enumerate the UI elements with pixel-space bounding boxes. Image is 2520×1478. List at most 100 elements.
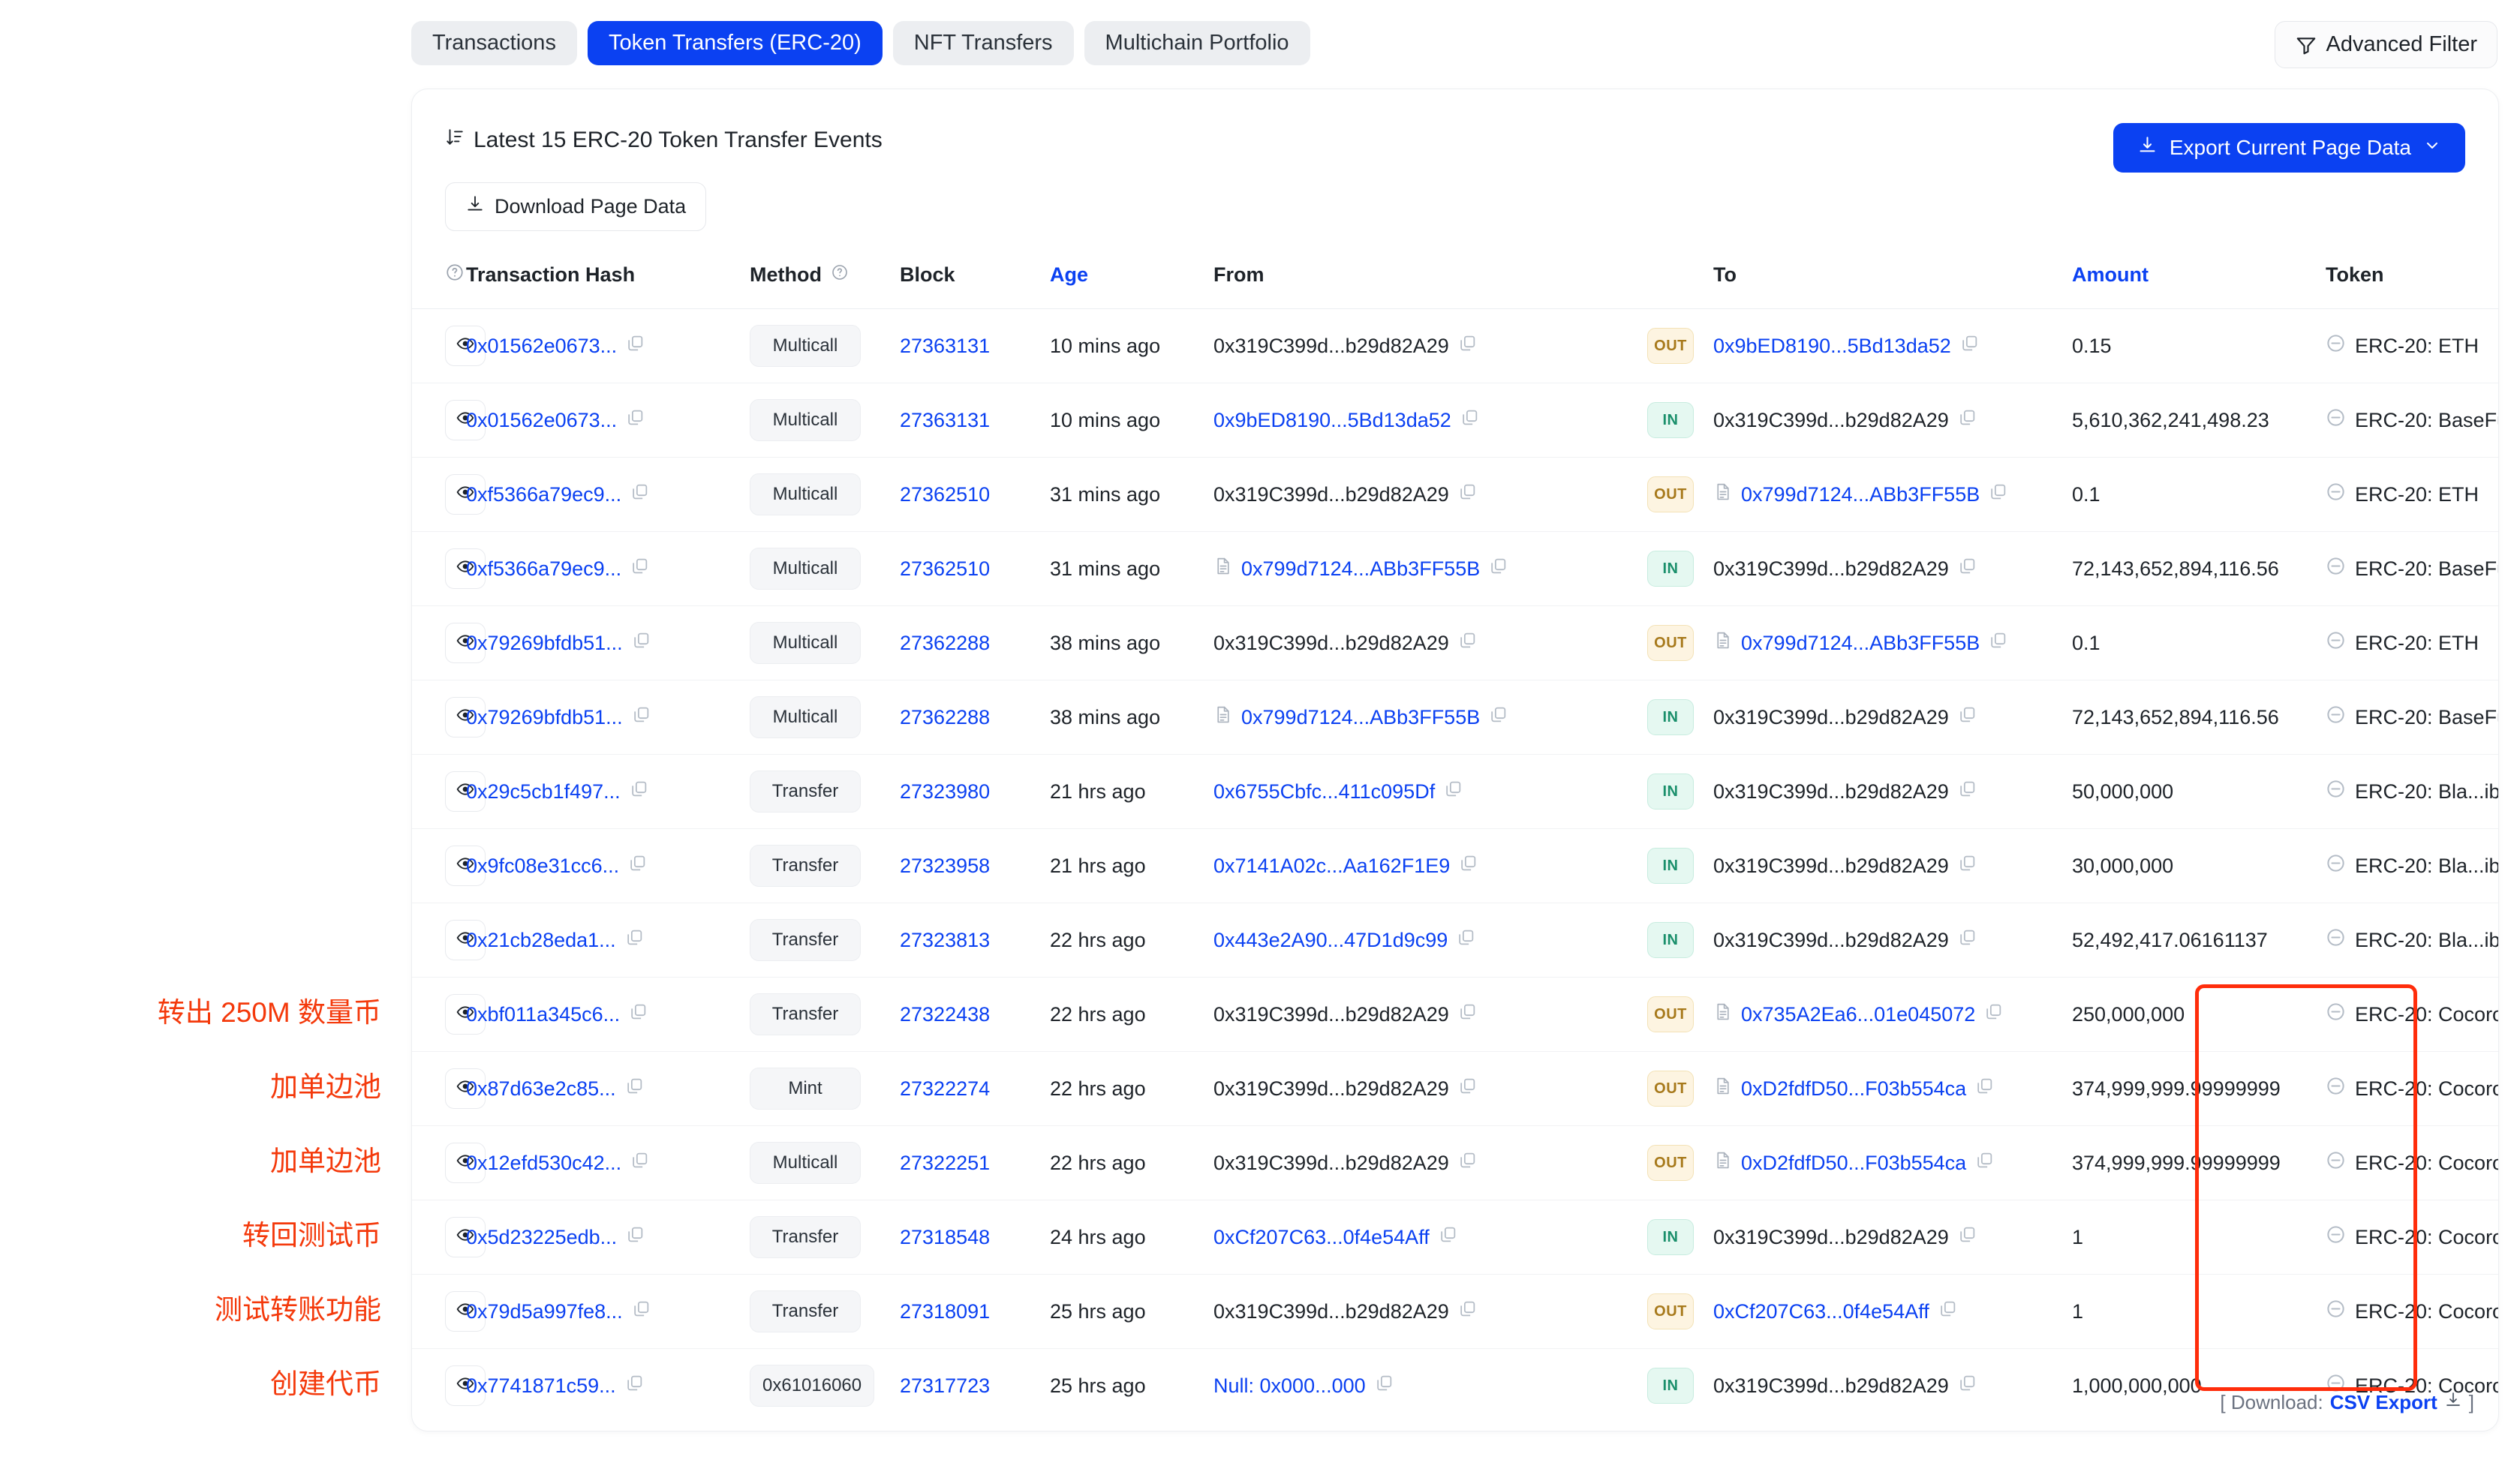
block-link[interactable]: 27362288	[900, 706, 990, 728]
copy-icon[interactable]	[1975, 1077, 1994, 1101]
copy-icon[interactable]	[1938, 1299, 1957, 1323]
copy-icon[interactable]	[625, 1077, 644, 1101]
from-address[interactable]: 0x443e2A90...47D1d9c99	[1213, 929, 1448, 952]
token-name[interactable]: ERC-20: Bla...iba	[2355, 929, 2499, 952]
tab-multichain-portfolio[interactable]: Multichain Portfolio	[1084, 21, 1310, 65]
to-address[interactable]: 0x735A2Ea6...01e045072	[1741, 1003, 1975, 1026]
method-chip[interactable]: 0x61016060	[750, 1365, 874, 1407]
copy-icon[interactable]	[625, 1374, 644, 1398]
transaction-hash-link[interactable]: 0x7741871c59...	[466, 1374, 616, 1398]
export-current-page-data-button[interactable]: Export Current Page Data	[2113, 123, 2465, 173]
copy-icon[interactable]	[1459, 854, 1478, 878]
copy-icon[interactable]	[1958, 705, 1977, 729]
method-chip[interactable]: Multicall	[750, 622, 861, 664]
copy-icon[interactable]	[1958, 408, 1977, 432]
download-page-data-button[interactable]: Download Page Data	[445, 182, 706, 231]
transaction-hash-link[interactable]: 0x01562e0673...	[466, 335, 617, 358]
copy-icon[interactable]	[1958, 928, 1977, 952]
copy-icon[interactable]	[626, 334, 645, 358]
copy-icon[interactable]	[1457, 928, 1475, 952]
copy-icon[interactable]	[1958, 854, 1977, 878]
copy-icon[interactable]	[1989, 482, 2007, 506]
token-name[interactable]: ERC-20: Cocoro	[2355, 1003, 2499, 1026]
tab-token-transfers[interactable]: Token Transfers (ERC-20)	[588, 21, 883, 65]
block-link[interactable]: 27318091	[900, 1300, 990, 1323]
copy-icon[interactable]	[632, 705, 651, 729]
from-address[interactable]: 0x9bED8190...5Bd13da52	[1213, 409, 1451, 432]
transaction-hash-link[interactable]: 0xf5366a79ec9...	[466, 483, 621, 506]
method-chip[interactable]: Transfer	[750, 1290, 861, 1332]
method-chip[interactable]: Multicall	[750, 1142, 861, 1184]
method-chip[interactable]: Multicall	[750, 473, 861, 515]
transaction-hash-link[interactable]: 0x79d5a997fe8...	[466, 1300, 623, 1323]
from-address[interactable]: 0x6755Cbfc...411c095Df	[1213, 780, 1435, 804]
copy-icon[interactable]	[626, 1225, 645, 1249]
from-address[interactable]: 0xCf207C63...0f4e54Aff	[1213, 1226, 1430, 1249]
copy-icon[interactable]	[1958, 1225, 1977, 1249]
copy-icon[interactable]	[1444, 780, 1463, 804]
method-chip[interactable]: Multicall	[750, 399, 861, 441]
method-chip[interactable]: Multicall	[750, 696, 861, 738]
copy-icon[interactable]	[632, 631, 651, 655]
to-address[interactable]: 0x9bED8190...5Bd13da52	[1713, 335, 1951, 358]
col-amount[interactable]: Amount	[2072, 254, 2326, 309]
block-link[interactable]: 27362510	[900, 557, 990, 580]
token-name[interactable]: ERC-20: BaseFun	[2355, 706, 2499, 729]
copy-icon[interactable]	[1975, 1151, 1994, 1175]
copy-icon[interactable]	[626, 408, 645, 432]
token-name[interactable]: ERC-20: BaseFun	[2355, 557, 2499, 581]
transaction-hash-link[interactable]: 0xbf011a345c6...	[466, 1003, 620, 1026]
to-address[interactable]: 0xCf207C63...0f4e54Aff	[1713, 1300, 1929, 1323]
block-link[interactable]: 27323958	[900, 855, 990, 877]
transaction-hash-link[interactable]: 0x21cb28eda1...	[466, 929, 616, 952]
copy-icon[interactable]	[1458, 334, 1477, 358]
copy-icon[interactable]	[1458, 482, 1477, 506]
copy-icon[interactable]	[1458, 1002, 1477, 1026]
copy-icon[interactable]	[1958, 557, 1977, 581]
token-name[interactable]: ERC-20: Cocoro	[2355, 1300, 2499, 1323]
token-name[interactable]: ERC-20: ETH	[2355, 335, 2479, 358]
token-name[interactable]: ERC-20: Cocoro	[2355, 1226, 2499, 1249]
block-link[interactable]: 27322251	[900, 1152, 990, 1174]
copy-icon[interactable]	[1458, 1151, 1477, 1175]
block-link[interactable]: 27322438	[900, 1003, 990, 1026]
advanced-filter-button[interactable]: Advanced Filter	[2275, 21, 2498, 68]
token-name[interactable]: ERC-20: BaseFun	[2355, 409, 2499, 432]
from-address[interactable]: 0x799d7124...ABb3FF55B	[1241, 557, 1480, 581]
copy-icon[interactable]	[1984, 1002, 2003, 1026]
token-name[interactable]: ERC-20: Cocoro	[2355, 1077, 2499, 1101]
token-name[interactable]: ERC-20: ETH	[2355, 632, 2479, 655]
to-address[interactable]: 0x799d7124...ABb3FF55B	[1741, 483, 1980, 506]
tab-nft-transfers[interactable]: NFT Transfers	[893, 21, 1074, 65]
from-address[interactable]: 0x7141A02c...Aa162F1E9	[1213, 855, 1450, 878]
copy-icon[interactable]	[1960, 334, 1979, 358]
token-name[interactable]: ERC-20: Bla...iba	[2355, 780, 2499, 804]
method-chip[interactable]: Multicall	[750, 548, 861, 590]
copy-icon[interactable]	[629, 1002, 648, 1026]
method-chip[interactable]: Multicall	[750, 325, 861, 367]
transaction-hash-link[interactable]: 0x29c5cb1f497...	[466, 780, 621, 804]
to-address[interactable]: 0x799d7124...ABb3FF55B	[1741, 632, 1980, 655]
block-link[interactable]: 27317723	[900, 1374, 990, 1397]
block-link[interactable]: 27362288	[900, 632, 990, 654]
copy-icon[interactable]	[1489, 557, 1508, 581]
to-address[interactable]: 0xD2fdfD50...F03b554ca	[1741, 1152, 1966, 1175]
copy-icon[interactable]	[628, 854, 647, 878]
token-name[interactable]: ERC-20: ETH	[2355, 483, 2479, 506]
block-link[interactable]: 27323813	[900, 929, 990, 951]
csv-export-link[interactable]: CSV Export	[2330, 1391, 2437, 1414]
copy-icon[interactable]	[1460, 408, 1479, 432]
question-circle-icon[interactable]	[445, 264, 465, 287]
copy-icon[interactable]	[1958, 1374, 1977, 1398]
copy-icon[interactable]	[1458, 631, 1477, 655]
token-name[interactable]: ERC-20: Bla...iba	[2355, 855, 2499, 878]
from-address[interactable]: 0x799d7124...ABb3FF55B	[1241, 706, 1480, 729]
copy-icon[interactable]	[630, 482, 649, 506]
copy-icon[interactable]	[1489, 705, 1508, 729]
block-link[interactable]: 27322274	[900, 1077, 990, 1100]
transaction-hash-link[interactable]: 0x01562e0673...	[466, 409, 617, 432]
method-chip[interactable]: Transfer	[750, 919, 861, 961]
method-chip[interactable]: Transfer	[750, 1216, 861, 1258]
copy-icon[interactable]	[1458, 1299, 1477, 1323]
copy-icon[interactable]	[1375, 1374, 1394, 1398]
